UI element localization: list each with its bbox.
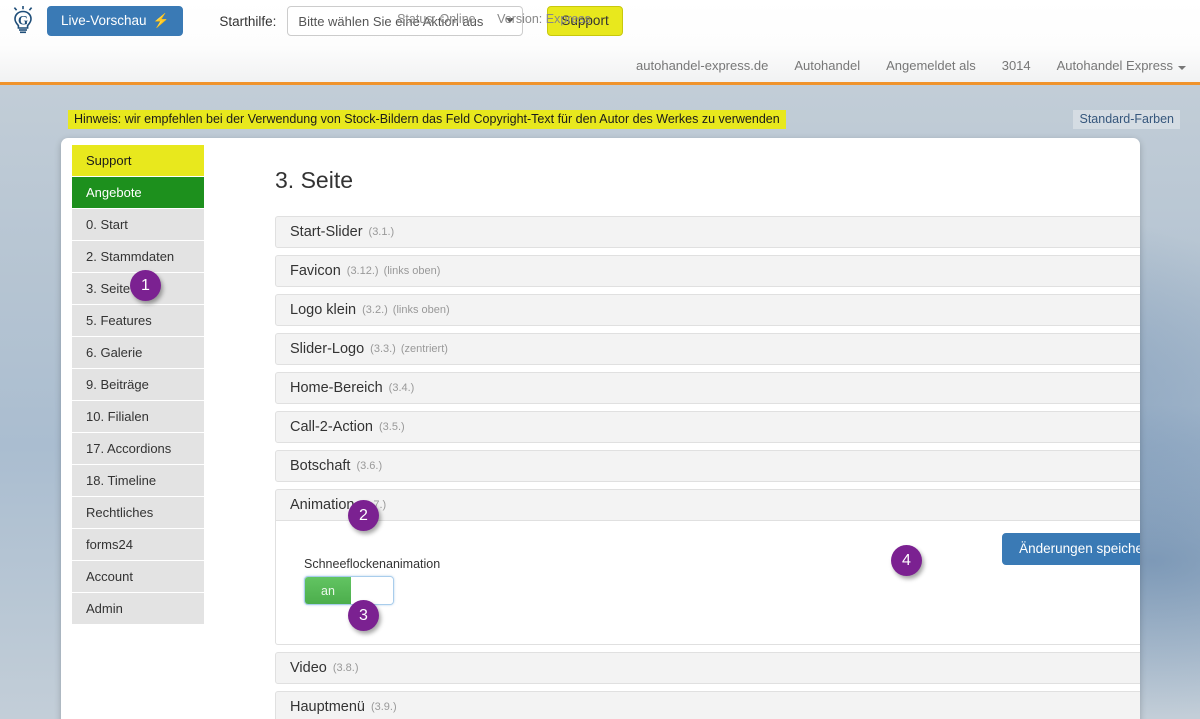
sidebar-item-accordions[interactable]: 17. Accordions — [72, 433, 204, 465]
accordion-start-slider[interactable]: Start-Slider (3.1.) — [275, 216, 1140, 248]
sidebar-item-label: Rechtliches — [86, 505, 154, 520]
chevron-down-icon — [1178, 66, 1186, 70]
accordion-number: (3.3.) — [370, 343, 396, 355]
accordion-number: (3.5.) — [379, 421, 405, 433]
accordion-number: (3.1.) — [368, 226, 395, 238]
sidebar-item-label: 6. Galerie — [86, 345, 143, 360]
sidebar-item-label: Support — [86, 153, 132, 168]
accordion-number: (3.9.) — [370, 701, 397, 713]
snowflake-animation-toggle[interactable]: an — [304, 576, 394, 605]
accordion-number: (3.4.) — [388, 382, 415, 394]
sidebar-item-account[interactable]: Account — [72, 561, 204, 593]
sidebar-item-filialen[interactable]: 10. Filialen — [72, 401, 204, 433]
nav-item-account-menu-label: Autohandel Express — [1056, 58, 1173, 73]
accordion-logo-klein[interactable]: Logo klein (3.2.) (links oben) — [275, 294, 1140, 326]
sidebar-item-support[interactable]: Support — [72, 145, 204, 177]
accordion-title: Home-Bereich — [290, 380, 383, 396]
nav-item-user-id[interactable]: 3014 — [1002, 58, 1031, 73]
sidebar-item-label: 5. Features — [86, 313, 152, 328]
save-changes-button[interactable]: Änderungen speichern — [1002, 533, 1140, 565]
sidebar-item-label: 18. Timeline — [86, 473, 157, 488]
account-nav: autohandel-express.de Autohandel Angemel… — [636, 58, 1186, 73]
accordion-title: Favicon — [290, 263, 341, 279]
sidebar-item-label: Account — [86, 569, 133, 584]
sidebar-item-label: 9. Beiträge — [86, 377, 149, 392]
accordion-number: (3.6.) — [356, 460, 383, 472]
annotation-badge-2: 2 — [348, 500, 379, 531]
content-area: 3. Seite Start-Slider (3.1.) Favicon (3.… — [215, 138, 1140, 719]
accordion-call-2-action[interactable]: Call-2-Action (3.5.) — [275, 411, 1140, 443]
accordion-title: Botschaft — [290, 458, 351, 474]
sidebar-item-timeline[interactable]: 18. Timeline — [72, 465, 204, 497]
sidebar-item-features[interactable]: 5. Features — [72, 305, 204, 337]
sidebar-item-start[interactable]: 0. Start — [72, 209, 204, 241]
accordion-title: Start-Slider — [290, 224, 363, 240]
accordion-note: (zentriert) — [400, 343, 448, 355]
nav-item-logged-in-as: Angemeldet als — [886, 58, 976, 73]
sidebar-item-label: 3. Seite — [86, 281, 131, 296]
accordion-title: Slider-Logo — [290, 341, 365, 357]
sidebar: Support Angebote 0. Start 2. Stammdaten … — [72, 145, 204, 625]
nav-item-company[interactable]: Autohandel — [794, 58, 860, 73]
accordion-home-bereich[interactable]: Home-Bereich (3.4.) — [275, 372, 1140, 404]
sidebar-item-angebote[interactable]: Angebote — [72, 177, 204, 209]
top-bar: G Live-Vorschau ⚡ Starthilfe: Bitte wähl… — [0, 0, 1200, 85]
annotation-badge-4: 4 — [891, 545, 922, 576]
version-badge: Version: Express — [497, 12, 591, 26]
accordion-title: Animation — [290, 497, 355, 513]
accordion-number: (3.12.) — [346, 265, 379, 277]
accordion-hauptmenue[interactable]: Hauptmenü (3.9.) — [275, 691, 1140, 719]
sidebar-item-label: 2. Stammdaten — [86, 249, 175, 264]
animation-panel: Änderungen speichern Schneeflockenanimat… — [275, 521, 1140, 645]
page-title: 3. Seite — [275, 167, 353, 193]
accordion-animation[interactable]: Animation (3.7.) — [275, 489, 1140, 521]
app-background: G Live-Vorschau ⚡ Starthilfe: Bitte wähl… — [0, 0, 1200, 719]
sidebar-item-beitraege[interactable]: 9. Beiträge — [72, 369, 204, 401]
sidebar-item-stammdaten[interactable]: 2. Stammdaten — [72, 241, 204, 273]
sidebar-item-label: 10. Filialen — [86, 409, 149, 424]
sidebar-item-label: Angebote — [86, 185, 142, 200]
accordion-number: (3.8.) — [332, 662, 359, 674]
accordion-video[interactable]: Video (3.8.) — [275, 652, 1140, 684]
standard-colors-button[interactable]: Standard-Farben — [1073, 110, 1180, 129]
annotation-badge-3: 3 — [348, 600, 379, 631]
accordion-note: (links oben) — [383, 265, 441, 277]
snowflake-animation-label: Schneeflockenanimation — [304, 557, 441, 571]
annotation-badge-1: 1 — [130, 270, 161, 301]
accordion-botschaft[interactable]: Botschaft (3.6.) — [275, 450, 1140, 482]
status-badge: Status: Online — [397, 12, 476, 26]
accordion-title: Logo klein — [290, 302, 357, 318]
status-line: Status: Online Version: Express — [0, 12, 1200, 26]
sidebar-item-label: forms24 — [86, 537, 133, 552]
accordion-title: Call-2-Action — [290, 419, 373, 435]
sidebar-item-rechtliches[interactable]: Rechtliches — [72, 497, 204, 529]
sidebar-item-admin[interactable]: Admin — [72, 593, 204, 625]
accordion-number: (3.2.) — [362, 304, 388, 316]
nav-item-account-menu[interactable]: Autohandel Express — [1057, 58, 1186, 73]
accordion-list: Start-Slider (3.1.) Favicon (3.12.) (lin… — [275, 216, 1140, 719]
sidebar-item-label: 17. Accordions — [86, 441, 172, 456]
sidebar-item-galerie[interactable]: 6. Galerie — [72, 337, 204, 369]
sidebar-item-forms24[interactable]: forms24 — [72, 529, 204, 561]
accordion-slider-logo[interactable]: Slider-Logo (3.3.) (zentriert) — [275, 333, 1140, 365]
main-panel: Support Angebote 0. Start 2. Stammdaten … — [61, 138, 1140, 719]
accordion-title: Hauptmenü — [290, 699, 365, 715]
accordion-title: Video — [290, 660, 327, 676]
sidebar-item-label: Admin — [86, 601, 123, 616]
accordion-favicon[interactable]: Favicon (3.12.) (links oben) — [275, 255, 1140, 287]
accordion-note: (links oben) — [392, 304, 450, 316]
nav-item-domain[interactable]: autohandel-express.de — [636, 58, 768, 73]
toggle-on-label: an — [305, 577, 351, 604]
hint-banner: Hinweis: wir empfehlen bei der Verwendun… — [68, 110, 786, 129]
sidebar-item-label: 0. Start — [86, 217, 128, 232]
